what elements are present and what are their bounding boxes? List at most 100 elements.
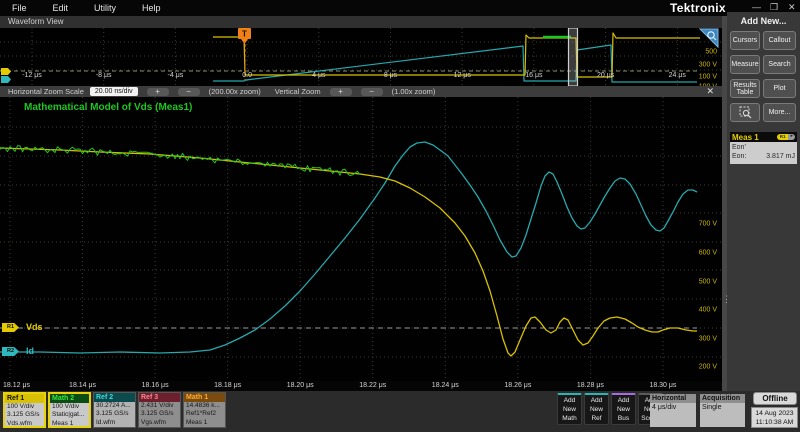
date-value: 14 Aug 2023 (752, 410, 797, 419)
main-y-tick: 500 V (699, 279, 717, 286)
badge-info-line: Vgs.wfm (139, 419, 180, 427)
badge-ref3[interactable]: Ref 32.431 V/div3.125 GS/sVgs.wfm (138, 392, 181, 428)
add-button-line: Math (558, 414, 581, 423)
meas-value-row: Eon' (732, 143, 795, 152)
tektronix-logo: Tektronix (670, 1, 726, 15)
meas1-header: Meas 1 R1 ▸ (730, 132, 797, 142)
v-zoom-minus-button[interactable]: − (361, 88, 383, 96)
plot-button[interactable]: Plot (763, 79, 796, 98)
sidebar-buttons: CursorsCalloutMeasureSearchResults Table… (730, 31, 797, 122)
overview-y-tick: 500 (705, 49, 717, 56)
badge-info-line: Static|gat... (50, 411, 89, 419)
measure-button[interactable]: Measure (730, 55, 760, 74)
menu-edit[interactable]: Edit (53, 3, 69, 13)
main-x-tick: 18.14 μs (69, 382, 96, 389)
badge-info-line: Meas 1 (50, 420, 89, 428)
main-x-tick: 18.24 μs (432, 382, 459, 389)
overview-y-tick: 300 V (699, 62, 717, 69)
add-button-line: Add (558, 396, 581, 405)
bottom-bar: Ref 1100 V/div3.125 GS/sVds.wfmMath 2100… (0, 391, 800, 432)
badge-title: Ref 2 (94, 393, 135, 402)
minimize-icon[interactable]: — (752, 2, 761, 12)
add-button-line: Add (585, 396, 608, 405)
horizontal-panel[interactable]: Horizontal 4 μs/div (650, 394, 696, 427)
menu-help[interactable]: Help (142, 3, 161, 13)
main-traces (0, 97, 722, 381)
meas-row-label: Eon' (732, 143, 746, 152)
add-button-line: New (558, 405, 581, 414)
menu-bar: File Edit Utility Help Tektronix — ❐ ✕ (0, 0, 800, 16)
oscilloscope-app: File Edit Utility Help Tektronix — ❐ ✕ Wave… (0, 0, 800, 432)
main-y-tick: 600 V (699, 250, 717, 257)
acquisition-panel[interactable]: Acquisition Single (700, 394, 745, 427)
badge-info-line: 3.125 GS/s (94, 410, 135, 418)
badge-info-line: 100 V/div (5, 403, 44, 411)
meas-value-row: Eon:3.817 mJ (732, 152, 795, 161)
menu-utility[interactable]: Utility (94, 3, 116, 13)
meas1-name: Meas 1 (732, 133, 777, 142)
cursors-button[interactable]: Cursors (730, 31, 760, 50)
badge-math1[interactable]: Math 114.4836 k...Ref1*Ref2Meas 1 (183, 392, 226, 428)
vds-label: Vds (26, 322, 43, 332)
badge-title: Ref 1 (5, 394, 44, 403)
add-button-line: Bus (612, 414, 635, 423)
badge-title: Math 1 (184, 393, 225, 402)
offline-button[interactable]: Offline (753, 392, 797, 405)
more--button[interactable]: More... (763, 103, 796, 122)
datetime-display: 14 Aug 2023 11:10:38 AM (751, 407, 798, 428)
add-new-math-button[interactable]: AddNewMath (557, 393, 582, 425)
acquisition-mode-value: Single (700, 403, 745, 412)
trigger-label: T (242, 30, 247, 39)
callout-button[interactable]: Callout (763, 31, 796, 50)
restore-icon[interactable]: ❐ (770, 2, 778, 12)
zoom-window-handle[interactable] (569, 28, 578, 86)
badge-info-line: 100 V/div (50, 403, 89, 411)
badge-title: Math 2 (50, 394, 89, 403)
zoom-area-icon-button[interactable] (730, 103, 760, 122)
badge-info-line: 3.125 GS/s (5, 411, 44, 419)
zoom-close-icon[interactable]: ✕ (706, 86, 714, 97)
right-sidebar: Add New... CursorsCalloutMeasureSearchRe… (727, 12, 800, 391)
badge-info-line: 2.431 V/div (139, 402, 180, 410)
main-x-tick: 18.12 μs (3, 382, 30, 389)
main-x-tick: 18.30 μs (649, 382, 676, 389)
meas1-result-panel[interactable]: Meas 1 R1 ▸ Eon'Eon:3.817 mJ (730, 132, 797, 164)
math-annotation: Mathematical Model of Vds (Meas1) (24, 102, 192, 113)
waveform-overview[interactable]: T -12 μs-8 μs-4 μs0.04 μs8 μs12 μs16 μs2… (0, 28, 722, 86)
overview-y-tick: 100 V (699, 74, 717, 81)
overview-x-tick: 24 μs (669, 72, 686, 79)
h-zoom-minus-button[interactable]: − (178, 88, 200, 96)
menu-file[interactable]: File (12, 3, 27, 13)
main-y-tick: 400 V (699, 307, 717, 314)
meas1-values: Eon'Eon:3.817 mJ (730, 142, 797, 164)
zoom-controls-bar: Horizontal Zoom Scale 20.00 ns/div + − (… (0, 86, 722, 97)
meas1-expand-icon[interactable]: ▸ (788, 134, 795, 140)
overview-x-tick: -8 μs (96, 72, 112, 79)
meas1-source-pill: R1 (777, 134, 789, 140)
zoom-area-icon (739, 106, 752, 119)
overview-x-tick: 20 μs (597, 72, 614, 79)
add-new-ref-button[interactable]: AddNewRef (584, 393, 609, 425)
main-y-tick: 200 V (699, 364, 717, 371)
h-zoom-plus-button[interactable]: + (147, 88, 169, 96)
results-table-button[interactable]: Results Table (730, 79, 760, 98)
add-button-line: New (612, 405, 635, 414)
close-icon[interactable]: ✕ (788, 2, 796, 12)
horizontal-scale-value: 4 μs/div (650, 403, 696, 412)
badge-ref2[interactable]: Ref 230.2724 A...3.125 GS/sId.wfm (93, 392, 136, 428)
v-zoom-plus-button[interactable]: + (330, 88, 352, 96)
horizontal-zoom-scale-value[interactable]: 20.00 ns/div (90, 87, 138, 96)
badge-ref1[interactable]: Ref 1100 V/div3.125 GS/sVds.wfm (3, 392, 46, 428)
badge-info-line: Id.wfm (94, 419, 135, 427)
badge-info-line: Ref1*Ref2 (184, 410, 225, 418)
search-button[interactable]: Search (763, 55, 796, 74)
id-trace (0, 142, 697, 353)
acquisition-panel-title: Acquisition (700, 394, 745, 403)
zoomed-waveform-view[interactable]: Mathematical Model of Vds (Meas1) R1 Vds… (0, 97, 722, 381)
main-x-tick: 18.18 μs (214, 382, 241, 389)
h-zoom-factor: (200.00x zoom) (209, 87, 261, 96)
badge-math2[interactable]: Math 2100 V/divStatic|gat...Meas 1 (48, 392, 91, 428)
tab-waveform-view[interactable]: Waveform View (0, 16, 722, 28)
add-new-bus-button[interactable]: AddNewBus (611, 393, 636, 425)
add-button-line: Add (612, 396, 635, 405)
